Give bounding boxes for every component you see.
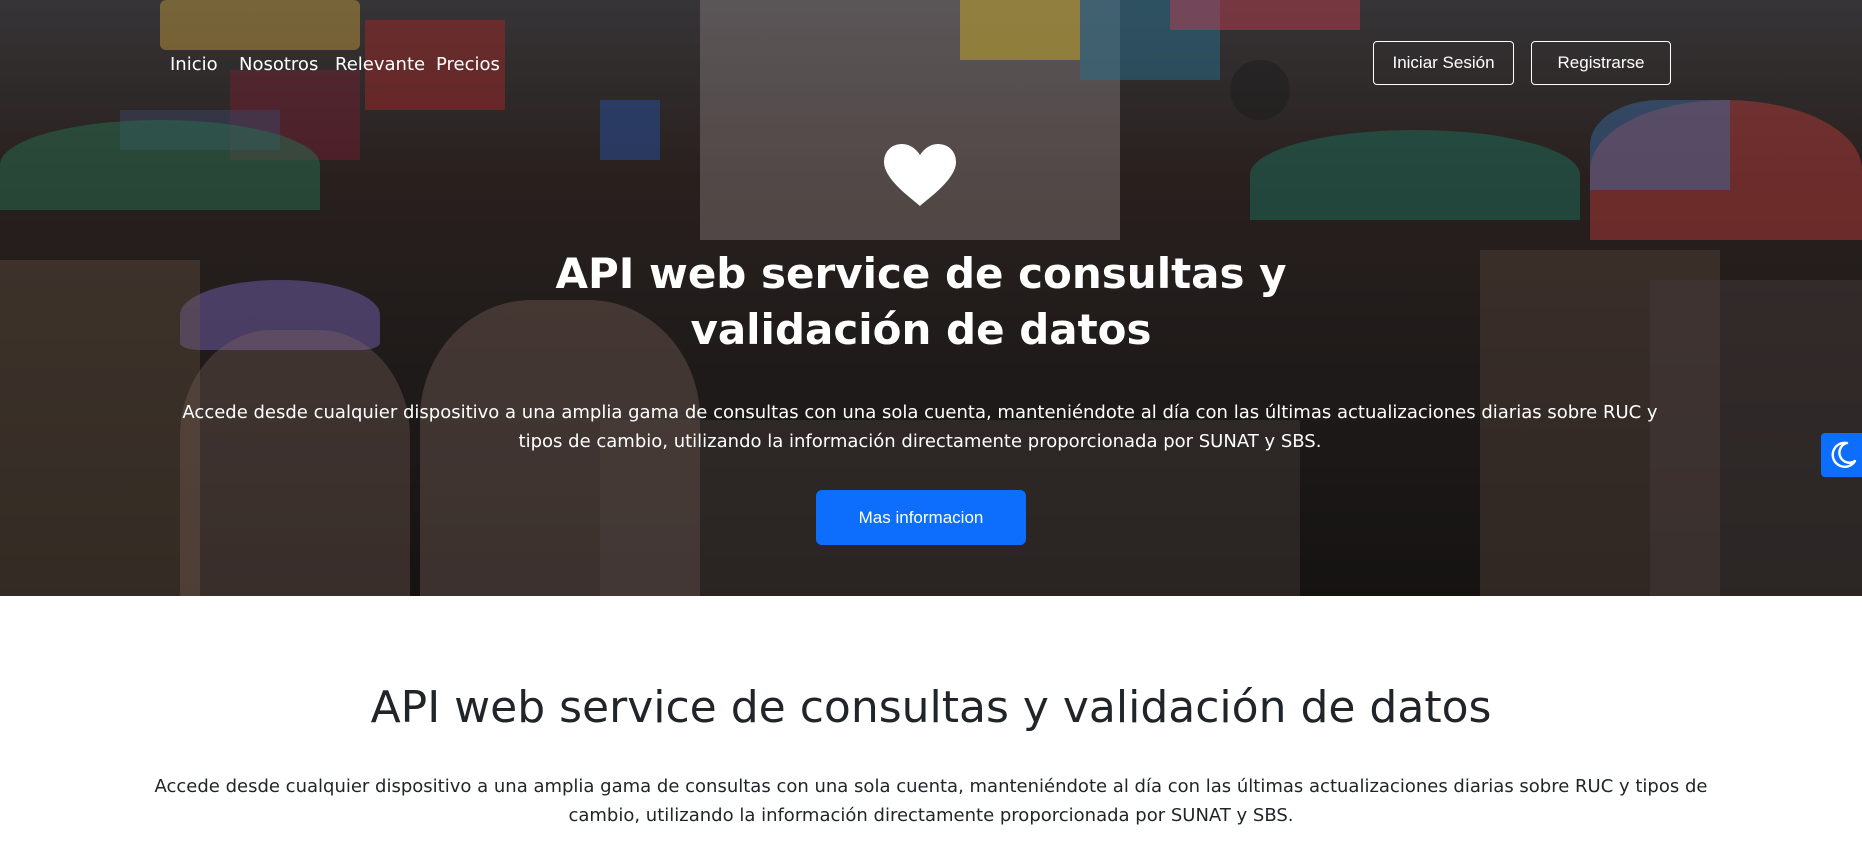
register-button[interactable]: Registrarse	[1531, 41, 1671, 85]
hero-description: Accede desde cualquier dispositivo a una…	[182, 402, 1658, 452]
heart-icon	[884, 144, 956, 206]
hero-title: API web service de consultas y validació…	[555, 249, 1287, 354]
more-info-button[interactable]: Mas informacion	[816, 490, 1026, 545]
top-navbar: Inicio Nosotros Relevante Precios Inicia…	[0, 0, 1862, 130]
theme-toggle-button[interactable]	[1821, 433, 1862, 477]
section-title: API web service de consultas y validació…	[370, 682, 1492, 733]
nav-link-inicio[interactable]: Inicio	[170, 54, 218, 75]
nav-link-nosotros[interactable]: Nosotros	[239, 54, 318, 75]
nav-link-relevante[interactable]: Relevante	[335, 54, 425, 75]
section-description: Accede desde cualquier dispositivo a una…	[154, 776, 1708, 826]
hero-section: Inicio Nosotros Relevante Precios Inicia…	[0, 0, 1862, 596]
moon-icon	[1831, 441, 1857, 468]
login-button[interactable]: Iniciar Sesión	[1373, 41, 1514, 85]
nav-link-precios[interactable]: Precios	[436, 54, 500, 75]
